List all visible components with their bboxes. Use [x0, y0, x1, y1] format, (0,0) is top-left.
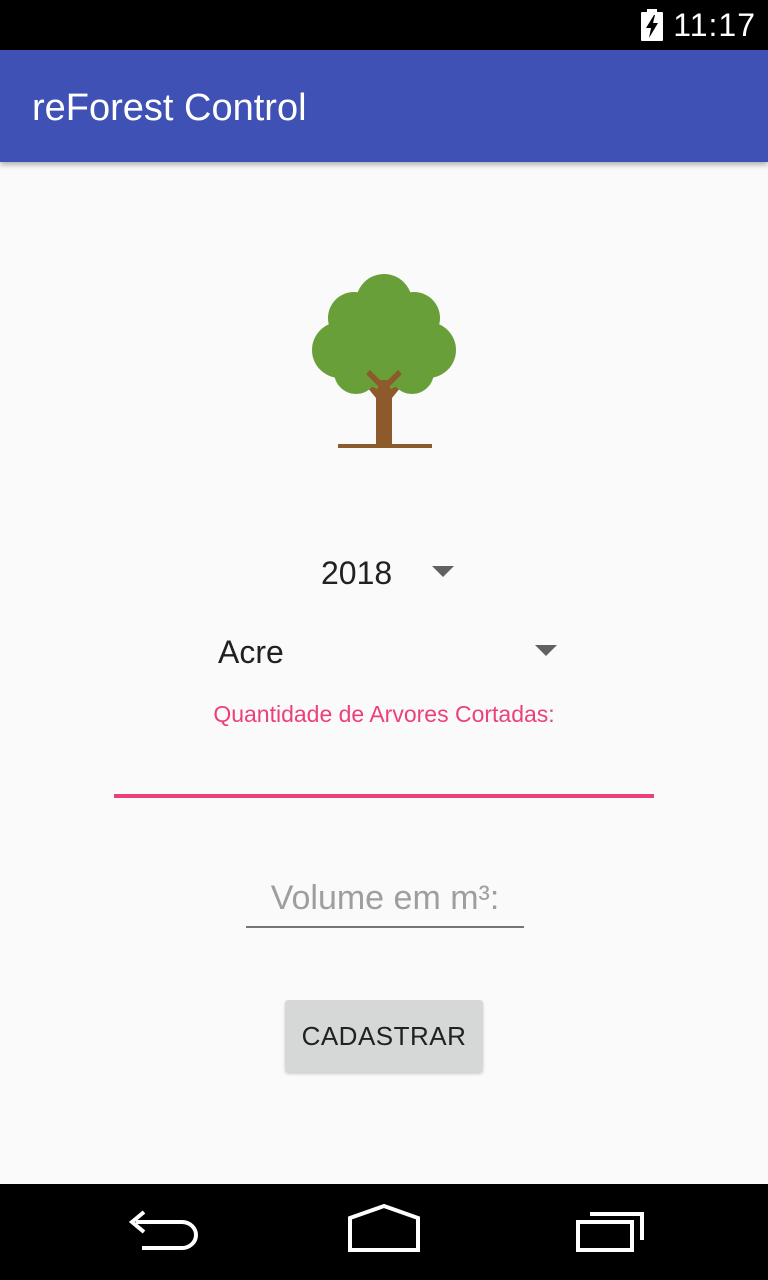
- tree-icon: [312, 274, 456, 448]
- recents-icon[interactable]: [562, 1202, 658, 1262]
- year-spinner[interactable]: 2018: [300, 545, 470, 601]
- screen: 11:17 reForest Control 2018 Acre Quantid…: [0, 0, 768, 1280]
- battery-charging-icon: [641, 9, 663, 41]
- trees-cut-label: Quantidade de Arvores Cortadas:: [213, 701, 555, 727]
- app-bar: reForest Control: [0, 50, 768, 162]
- status-bar: 11:17: [0, 0, 768, 50]
- navigation-bar: [0, 1184, 768, 1280]
- state-spinner-value: Acre: [218, 634, 284, 670]
- trees-cut-input[interactable]: [114, 742, 654, 794]
- dropdown-arrow-icon: [535, 645, 557, 656]
- back-icon[interactable]: [112, 1202, 208, 1262]
- status-time: 11:17: [673, 7, 756, 43]
- volume-underline: [246, 926, 524, 928]
- dropdown-arrow-icon: [432, 566, 454, 577]
- home-icon[interactable]: [336, 1202, 432, 1262]
- trees-cut-underline: [114, 794, 654, 798]
- volume-input[interactable]: [246, 872, 524, 924]
- app-title: reForest Control: [32, 87, 307, 129]
- state-spinner[interactable]: Acre: [200, 625, 570, 681]
- year-spinner-value: 2018: [321, 555, 393, 591]
- register-button[interactable]: CADASTRAR: [285, 1000, 483, 1072]
